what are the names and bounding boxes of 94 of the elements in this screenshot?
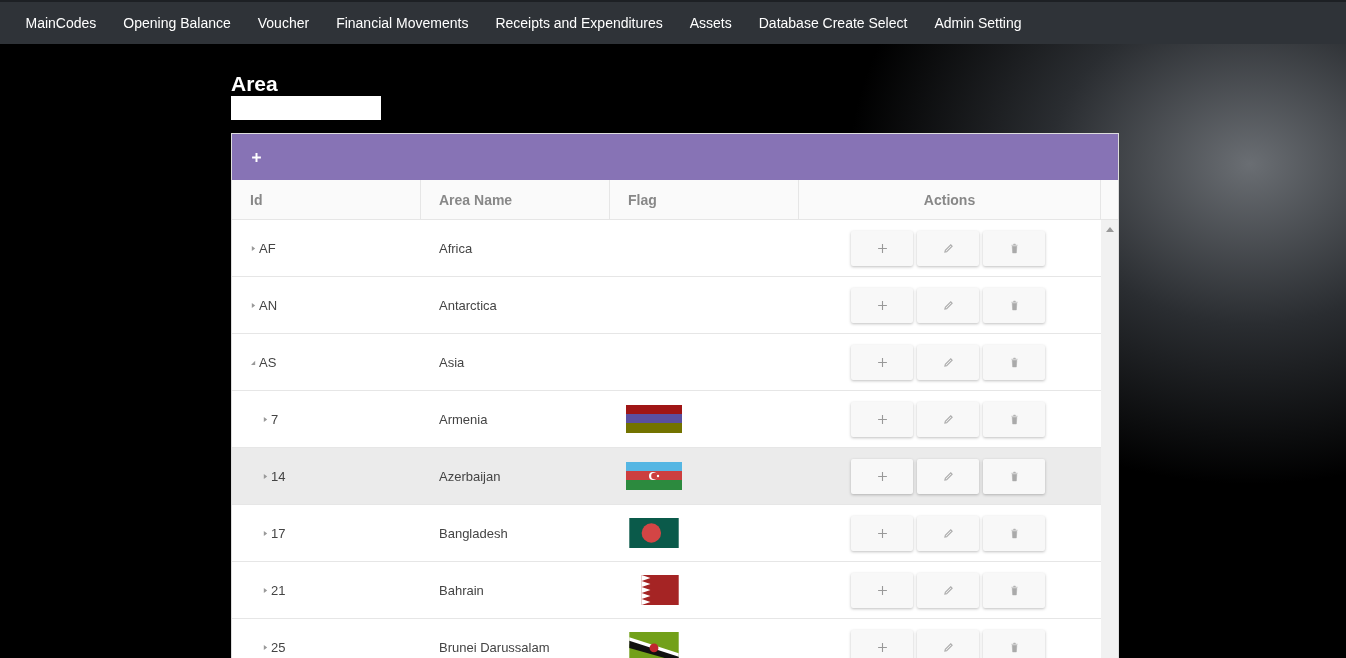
delete-button[interactable] bbox=[983, 458, 1045, 494]
plus-icon bbox=[876, 242, 888, 254]
add-icon[interactable] bbox=[251, 151, 262, 163]
add-child-button[interactable] bbox=[851, 572, 913, 608]
column-header: Area Name bbox=[421, 180, 610, 219]
trash-icon bbox=[1008, 242, 1020, 254]
id-text: 25 bbox=[271, 639, 286, 655]
pencil-icon bbox=[942, 527, 954, 539]
edit-button[interactable] bbox=[917, 458, 979, 494]
add-child-button[interactable] bbox=[851, 344, 913, 380]
scrollbar[interactable] bbox=[1101, 220, 1118, 658]
pencil-icon bbox=[942, 242, 954, 254]
nav-link[interactable]: Financial Movements bbox=[322, 15, 482, 31]
trash-icon bbox=[1008, 584, 1020, 596]
edit-button[interactable] bbox=[917, 629, 979, 658]
column-header: Actions bbox=[799, 180, 1101, 219]
area-name-text: Asia bbox=[439, 354, 465, 370]
add-child-button[interactable] bbox=[851, 287, 913, 323]
plus-icon bbox=[876, 584, 888, 596]
id-text: 7 bbox=[271, 411, 279, 427]
add-child-button[interactable] bbox=[851, 401, 913, 437]
nav-link[interactable]: Database Create Select bbox=[745, 15, 921, 31]
plus-icon bbox=[876, 470, 888, 482]
expander-icon[interactable] bbox=[251, 244, 256, 252]
flag-image bbox=[626, 518, 682, 548]
search-field[interactable] bbox=[231, 96, 381, 120]
flag-image bbox=[626, 404, 682, 434]
nav-link[interactable]: MainCodes bbox=[12, 15, 110, 31]
edit-button[interactable] bbox=[917, 230, 979, 266]
pencil-icon bbox=[942, 299, 954, 311]
trash-icon bbox=[1008, 299, 1020, 311]
nav-link[interactable]: Receipts and Expenditures bbox=[481, 15, 677, 31]
nav-link[interactable]: Opening Balance bbox=[109, 15, 245, 31]
expander-icon[interactable] bbox=[263, 415, 268, 423]
id-text: 21 bbox=[271, 582, 286, 598]
plus-icon bbox=[876, 413, 888, 425]
table-row[interactable]: 14 Azerbaijan bbox=[232, 448, 1101, 505]
edit-button[interactable] bbox=[917, 572, 979, 608]
area-name-text: Azerbaijan bbox=[439, 468, 501, 484]
pencil-icon bbox=[942, 356, 954, 368]
flag-image bbox=[626, 632, 682, 658]
area-name-text: Bahrain bbox=[439, 582, 484, 598]
trash-icon bbox=[1008, 470, 1020, 482]
expander-icon[interactable] bbox=[263, 472, 268, 480]
expander-icon[interactable] bbox=[251, 301, 256, 309]
area-name-text: Africa bbox=[439, 240, 473, 256]
expander-icon[interactable] bbox=[263, 586, 268, 594]
area-name-text: Antarctica bbox=[439, 297, 497, 313]
pencil-icon bbox=[942, 413, 954, 425]
nav-link[interactable]: Voucher bbox=[244, 15, 323, 31]
delete-button[interactable] bbox=[983, 629, 1045, 658]
plus-icon bbox=[876, 356, 888, 368]
nav-link[interactable]: Assets bbox=[676, 15, 746, 31]
id-text: 17 bbox=[271, 525, 286, 541]
pencil-icon bbox=[942, 470, 954, 482]
add-child-button[interactable] bbox=[851, 515, 913, 551]
trash-icon bbox=[1008, 356, 1020, 368]
expander-icon[interactable] bbox=[263, 643, 268, 651]
plus-icon bbox=[876, 641, 888, 653]
delete-button[interactable] bbox=[983, 287, 1045, 323]
pencil-icon bbox=[942, 641, 954, 653]
delete-button[interactable] bbox=[983, 401, 1045, 437]
plus-icon bbox=[876, 527, 888, 539]
add-child-button[interactable] bbox=[851, 230, 913, 266]
id-text: AS bbox=[259, 354, 277, 370]
trash-icon bbox=[1008, 527, 1020, 539]
add-child-button[interactable] bbox=[851, 629, 913, 658]
pencil-icon bbox=[942, 584, 954, 596]
nav-link[interactable]: Admin Setting bbox=[920, 15, 1036, 31]
plus-icon bbox=[876, 299, 888, 311]
id-text: AN bbox=[259, 297, 278, 313]
delete-button[interactable] bbox=[983, 515, 1045, 551]
column-header: Flag bbox=[610, 180, 799, 219]
delete-button[interactable] bbox=[983, 230, 1045, 266]
column-header: Id bbox=[232, 180, 421, 219]
page-title: Area bbox=[231, 73, 279, 95]
edit-button[interactable] bbox=[917, 401, 979, 437]
expander-icon[interactable] bbox=[251, 358, 256, 366]
flag-image bbox=[626, 461, 682, 491]
expander-icon[interactable] bbox=[263, 529, 268, 537]
edit-button[interactable] bbox=[917, 515, 979, 551]
id-text: 14 bbox=[271, 468, 286, 484]
add-child-button[interactable] bbox=[851, 458, 913, 494]
edit-button[interactable] bbox=[917, 344, 979, 380]
id-text: AF bbox=[259, 240, 276, 256]
edit-button[interactable] bbox=[917, 287, 979, 323]
area-name-text: Bangladesh bbox=[439, 525, 508, 541]
trash-icon bbox=[1008, 641, 1020, 653]
delete-button[interactable] bbox=[983, 344, 1045, 380]
delete-button[interactable] bbox=[983, 572, 1045, 608]
area-name-text: Armenia bbox=[439, 411, 488, 427]
trash-icon bbox=[1008, 413, 1020, 425]
area-name-text: Brunei Darussalam bbox=[439, 639, 550, 655]
scroll-up-icon[interactable] bbox=[1105, 227, 1114, 232]
